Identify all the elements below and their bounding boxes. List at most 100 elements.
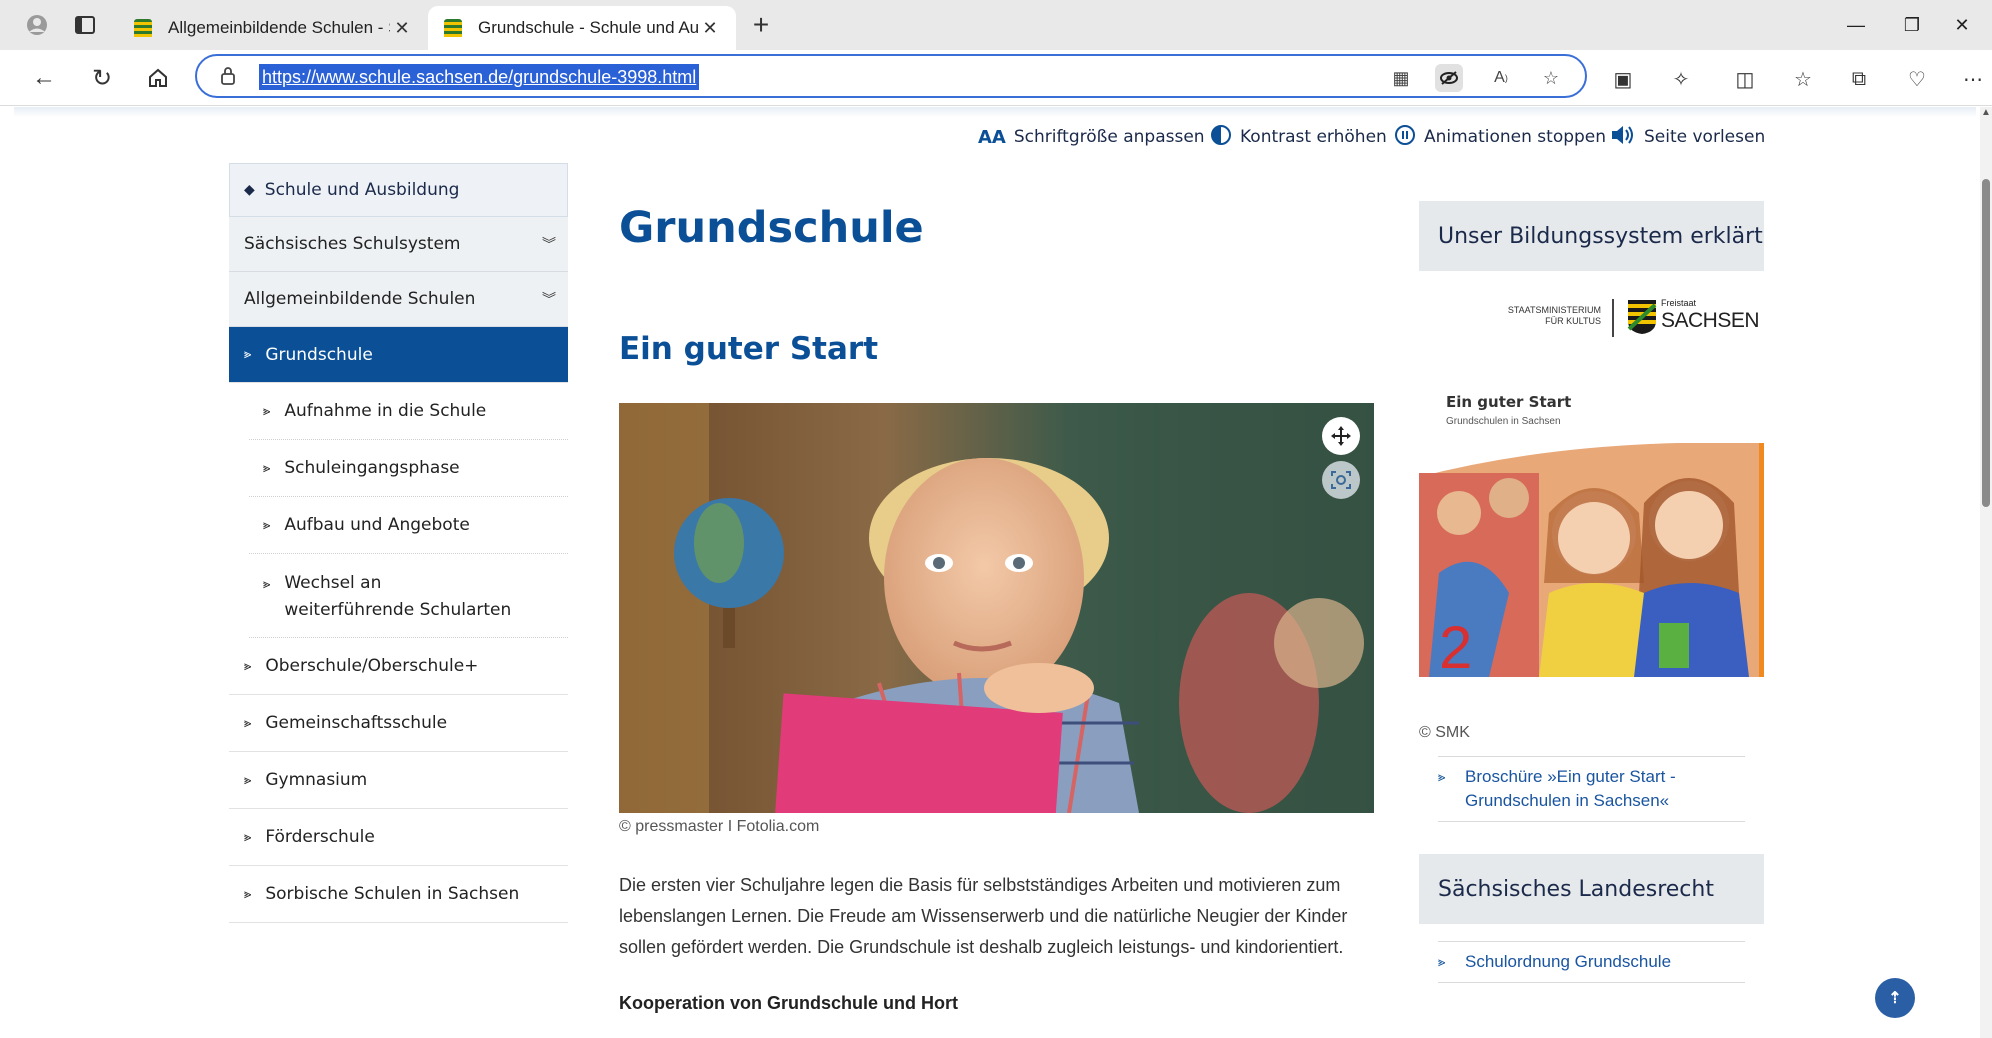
speaker-icon: [1610, 124, 1636, 151]
tracking-prevention-icon[interactable]: [1435, 64, 1463, 92]
page-top-shadow: [14, 107, 1976, 117]
sidebar-item-aufbau-angebote[interactable]: ⪢ Aufbau und Angebote: [249, 497, 568, 554]
more-menu-icon[interactable]: ⋯: [1958, 64, 1988, 94]
close-tab-icon[interactable]: ✕: [698, 18, 722, 39]
sidebar-item-label: Sächsisches Schulsystem: [244, 234, 461, 254]
smk-logo[interactable]: STAATSMINISTERIUM FÜR KULTUS Freistaat S…: [1505, 295, 1760, 339]
chevron-right-icon: ⪢: [244, 658, 252, 674]
favorite-star-icon[interactable]: ☆: [1537, 64, 1565, 92]
brochure-subtitle: Grundschulen in Sachsen: [1446, 416, 1561, 427]
chevron-right-icon: ⪢: [244, 772, 252, 788]
hero-image[interactable]: [619, 403, 1374, 813]
window-close-icon[interactable]: ✕: [1934, 8, 1990, 42]
sachsen-crest-icon: [444, 19, 462, 37]
reload-icon[interactable]: ↻: [84, 60, 120, 96]
brochure-link[interactable]: ⪢ Broschüre »Ein guter Start - Grundschu…: [1438, 756, 1745, 822]
profile-icon[interactable]: [22, 10, 52, 40]
tab-grundschule[interactable]: Grundschule - Schule und Ausbil ✕: [428, 6, 736, 50]
performance-icon[interactable]: ♡: [1902, 64, 1932, 94]
sachsen-crest-icon: [1627, 300, 1657, 334]
sidebar-item-label: Gemeinschaftsschule: [265, 713, 448, 733]
restore-icon[interactable]: ❐: [1884, 8, 1940, 42]
sidebar-item-label: Aufnahme in die Schule: [284, 401, 487, 421]
chevron-right-icon: ⪢: [244, 347, 252, 362]
brochure-credit: © SMK: [1419, 724, 1470, 741]
brochure-photo: 2: [1419, 443, 1764, 681]
sidebar-item-sorbische-schulen[interactable]: ⪢ Sorbische Schulen in Sachsen: [229, 866, 568, 923]
image-credit: © pressmaster I Fotolia.com: [619, 818, 820, 835]
schulordnung-link-label: Schulordnung Grundschule: [1465, 952, 1672, 971]
scroll-to-top-button[interactable]: ⇡: [1875, 978, 1915, 1018]
back-icon[interactable]: ←: [26, 60, 62, 96]
sidebar-item-allgemeinbildende-schulen[interactable]: Allgemeinbildende Schulen ︾: [229, 272, 568, 327]
chevron-right-icon: ⪢: [244, 886, 252, 902]
scroll-up-icon[interactable]: ▲: [1981, 107, 1991, 118]
chevron-right-icon: ⪢: [263, 517, 271, 533]
close-tab-icon[interactable]: ✕: [390, 18, 414, 39]
url-text[interactable]: https://www.schule.sachsen.de/grundschul…: [259, 64, 700, 90]
diamond-icon: ◆: [244, 182, 255, 198]
chevron-right-icon: ⪢: [263, 403, 271, 419]
sidebar-item-grundschule[interactable]: ⪢ Grundschule: [229, 327, 568, 383]
animations-label: Animationen stoppen: [1424, 127, 1607, 147]
smk-logo-line1: STAATSMINISTERIUM: [1507, 305, 1601, 315]
extensions-icon[interactable]: ✧: [1666, 64, 1696, 94]
sidebar-item-wechsel[interactable]: ⪢ Wechsel an weiterführende Schularten: [249, 554, 568, 638]
brochure-cover[interactable]: Ein guter Start Grundschulen in Sachsen …: [1419, 393, 1764, 693]
scrollbar-thumb[interactable]: [1982, 179, 1990, 507]
collections-icon[interactable]: ⧉: [1844, 64, 1874, 94]
read-aloud-tool[interactable]: Seite vorlesen: [1610, 124, 1765, 150]
browser-essentials-icon[interactable]: ▣: [1608, 64, 1638, 94]
sidebar-heading-label: Schule und Ausbildung: [264, 180, 460, 200]
address-bar[interactable]: https://www.schule.sachsen.de/grundschul…: [195, 54, 1587, 98]
lock-icon[interactable]: [217, 65, 239, 87]
chevron-right-icon: ⪢: [1438, 954, 1446, 969]
read-aloud-icon[interactable]: A): [1487, 64, 1515, 92]
sidebar-item-schuleingangsphase[interactable]: ⪢ Schuleingangsphase: [249, 440, 568, 497]
subheading-kooperation: Kooperation von Grundschule und Hort: [619, 993, 958, 1013]
contrast-tool[interactable]: Kontrast erhöhen: [1210, 124, 1387, 150]
read-aloud-label: Seite vorlesen: [1644, 127, 1766, 147]
sidebar-item-label: Grundschule: [265, 344, 373, 365]
app-available-icon[interactable]: ▦: [1387, 64, 1415, 92]
font-size-tool[interactable]: AA Schriftgröße anpassen: [978, 124, 1205, 150]
split-screen-icon[interactable]: ◫: [1730, 64, 1760, 94]
chevron-down-icon[interactable]: ︾: [542, 234, 556, 254]
pause-icon: [1394, 124, 1416, 151]
page-scrollbar[interactable]: ▲: [1980, 107, 1992, 1038]
intro-paragraph: Die ersten vier Schuljahre legen die Bas…: [619, 875, 1348, 957]
smk-logo-text: STAATSMINISTERIUM FÜR KULTUS: [1505, 305, 1601, 327]
contrast-label: Kontrast erhöhen: [1240, 127, 1387, 147]
sidebar-item-label: Sorbische Schulen in Sachsen: [265, 884, 520, 904]
sidebar-item-label: Förderschule: [265, 827, 375, 847]
svg-text:2: 2: [1439, 614, 1472, 681]
sidebar-item-oberschule[interactable]: ⪢ Oberschule/Oberschule+: [229, 638, 568, 695]
brochure-link-label: Broschüre »Ein guter Start - Grundschule…: [1465, 767, 1676, 810]
schulordnung-link[interactable]: ⪢ Schulordnung Grundschule: [1438, 941, 1745, 983]
sidebar-item-saechsisches-schulsystem[interactable]: Sächsisches Schulsystem ︾: [229, 217, 568, 272]
minimize-icon[interactable]: —: [1828, 8, 1884, 42]
font-size-label: Schriftgröße anpassen: [1013, 127, 1205, 147]
sidebar-item-foerderschule[interactable]: ⪢ Förderschule: [229, 809, 568, 866]
visual-search-icon[interactable]: [1322, 461, 1360, 499]
home-icon[interactable]: [140, 60, 176, 96]
sidebar-item-label: Wechsel an weiterführende Schularten: [284, 573, 512, 620]
font-size-icon: AA: [978, 126, 1006, 148]
sidebar-item-label: Aufbau und Angebote: [284, 515, 470, 535]
brochure-title: Ein guter Start: [1446, 393, 1572, 411]
tab-title: Allgemeinbildende Schulen - Sch: [168, 18, 390, 37]
new-tab-button[interactable]: +: [744, 9, 778, 40]
contrast-icon: [1210, 124, 1232, 151]
sidebar-heading[interactable]: ◆ Schule und Ausbildung: [229, 163, 568, 217]
box-title-landesrecht: Sächsisches Landesrecht: [1419, 854, 1764, 924]
sidebar-item-aufnahme[interactable]: ⪢ Aufnahme in die Schule: [249, 383, 568, 440]
tab-actions-icon[interactable]: [70, 10, 100, 40]
chevron-down-icon[interactable]: ︾: [542, 289, 556, 309]
tab-allgemeinbildende-schulen[interactable]: Allgemeinbildende Schulen - Sch ✕: [118, 6, 428, 50]
fullscreen-move-icon[interactable]: [1322, 417, 1360, 455]
sidebar-item-gemeinschaftsschule[interactable]: ⪢ Gemeinschaftsschule: [229, 695, 568, 752]
favorites-icon[interactable]: ☆: [1788, 64, 1818, 94]
sidebar-item-gymnasium[interactable]: ⪢ Gymnasium: [229, 752, 568, 809]
logo-freistaat: Freistaat: [1661, 298, 1697, 308]
animations-tool[interactable]: Animationen stoppen: [1394, 124, 1606, 150]
